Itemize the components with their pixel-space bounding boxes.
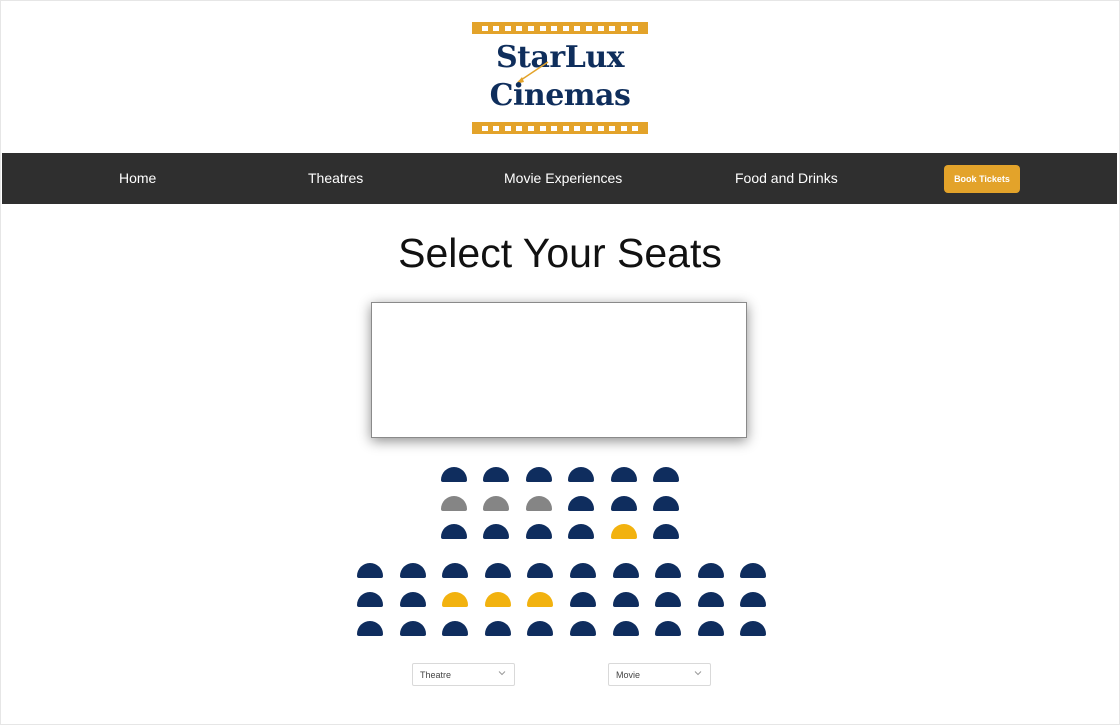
book-tickets-button[interactable]: Book Tickets xyxy=(944,165,1020,193)
logo-text-line1: StarLux xyxy=(495,40,625,75)
theatre-select[interactable]: Theatre xyxy=(412,663,515,686)
starlux-logo[interactable]: StarLux Cinemas xyxy=(472,22,648,135)
chevron-down-icon xyxy=(694,671,702,676)
nav-food-and-drinks[interactable]: Food and Drinks xyxy=(735,153,838,204)
movie-select[interactable]: Movie xyxy=(608,663,711,686)
movie-select-value: Movie xyxy=(616,670,641,680)
nav-home[interactable]: Home xyxy=(119,153,156,204)
film-strip-top xyxy=(472,22,648,34)
nav-theatres[interactable]: Theatres xyxy=(308,153,363,204)
theatre-select-value: Theatre xyxy=(420,670,452,680)
film-strip-bottom xyxy=(472,122,648,134)
cinema-screen xyxy=(371,302,747,438)
chevron-down-icon xyxy=(498,671,506,676)
main-nav: Home Theatres Movie Experiences Food and… xyxy=(2,153,1117,204)
logo-text-line2: Cinemas xyxy=(489,78,631,113)
page-title: Select Your Seats xyxy=(398,230,722,276)
nav-movie-experiences[interactable]: Movie Experiences xyxy=(504,153,622,204)
